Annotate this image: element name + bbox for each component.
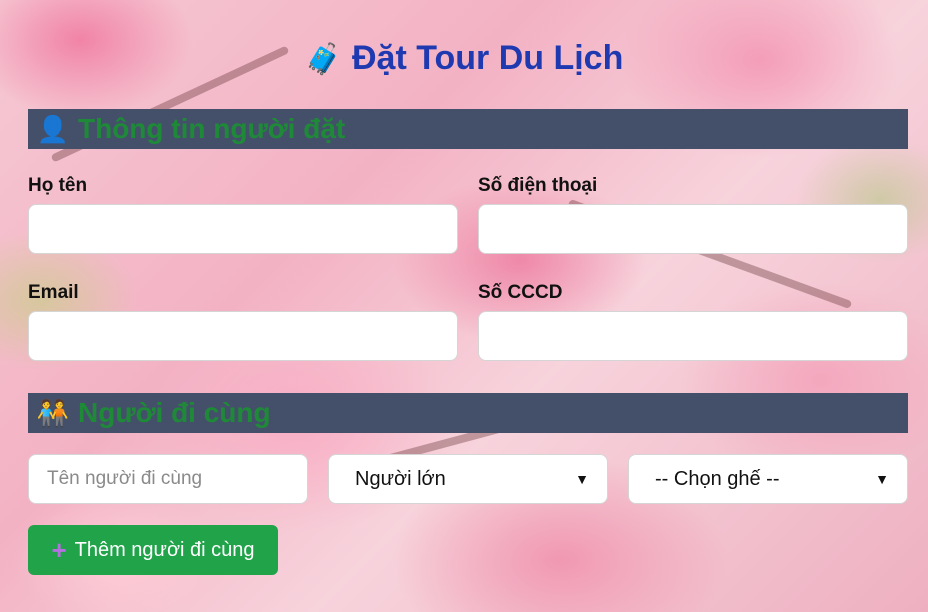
add-companion-label: Thêm người đi cùng: [74, 538, 255, 561]
name-input[interactable]: [28, 204, 458, 254]
plus-icon: +: [51, 535, 67, 565]
chevron-down-icon: ▼: [875, 471, 889, 487]
name-label: Họ tên: [28, 175, 88, 196]
seat-select[interactable]: -- Chọn ghế -- ▼: [628, 454, 908, 504]
id-number-input[interactable]: [478, 311, 908, 361]
companion-section-header: 🧑‍🤝‍🧑 Người đi cùng: [28, 393, 908, 433]
booker-section-title: Thông tin người đặt: [78, 113, 346, 144]
companion-type-value: Người lớn: [355, 467, 446, 490]
email-input[interactable]: [28, 311, 458, 361]
seat-select-value: -- Chọn ghế --: [655, 467, 780, 490]
person-icon: 👤: [36, 113, 70, 144]
id-number-label: Số CCCD: [478, 282, 563, 303]
page-title-text: Đặt Tour Du Lịch: [352, 39, 624, 77]
phone-input[interactable]: [478, 204, 908, 254]
email-label: Email: [28, 282, 79, 303]
companion-section-title: Người đi cùng: [78, 397, 271, 428]
luggage-icon: 🧳: [304, 43, 342, 76]
companion-name-input[interactable]: [28, 454, 308, 504]
companion-type-select[interactable]: Người lớn ▼: [328, 454, 608, 504]
people-icon: 🧑‍🤝‍🧑: [36, 397, 70, 428]
booker-section-header: 👤 Thông tin người đặt: [28, 109, 908, 149]
chevron-down-icon: ▼: [575, 471, 589, 487]
add-companion-button[interactable]: + Thêm người đi cùng: [28, 525, 278, 575]
phone-label: Số điện thoại: [478, 175, 598, 196]
page-title: 🧳 Đặt Tour Du Lịch: [0, 36, 928, 82]
